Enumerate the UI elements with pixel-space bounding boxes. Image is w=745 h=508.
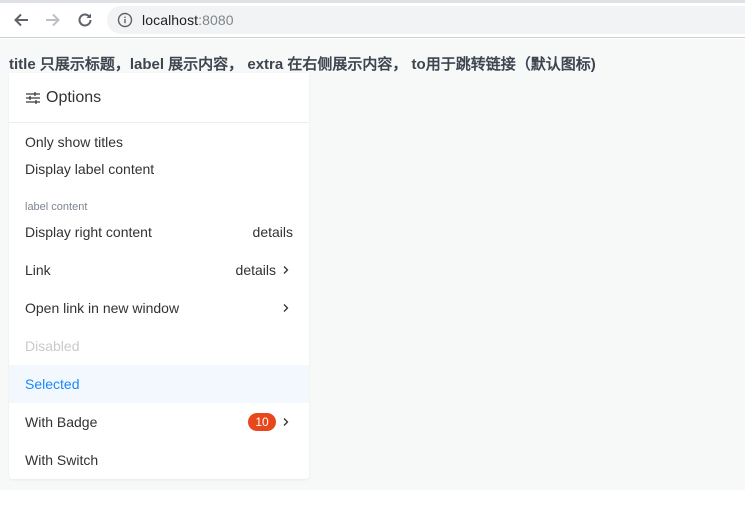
cell-right: 10 <box>248 413 293 431</box>
cell-display-right-content[interactable]: Display right content details <box>9 213 309 251</box>
cell-title: Open link in new window <box>25 300 180 316</box>
cell-title: Selected <box>25 376 80 392</box>
cell-with-switch[interactable]: With Switch <box>9 441 309 479</box>
forward-button[interactable] <box>42 9 64 31</box>
address-bar[interactable]: localhost:8080 <box>107 6 745 34</box>
cell-list: Only show titles Display label content l… <box>9 123 309 479</box>
url-host: localhost <box>142 12 199 28</box>
cell-only-show-titles[interactable]: Only show titles <box>9 123 309 161</box>
cell-title: Only show titles <box>25 134 124 150</box>
tab-strip <box>0 0 745 3</box>
cell-title: With Switch <box>25 452 99 468</box>
cell-right <box>276 301 293 315</box>
cell-open-link-new-window[interactable]: Open link in new window <box>9 289 309 327</box>
cell-title: Display label content <box>25 161 155 177</box>
arrow-right-icon <box>46 13 60 27</box>
cell-label: label content <box>25 201 88 213</box>
cell-title: With Badge <box>25 414 98 430</box>
cell-title: Display right content <box>25 224 152 240</box>
cell-selected[interactable]: Selected <box>9 365 309 403</box>
cell-with-badge[interactable]: With Badge 10 <box>9 403 309 441</box>
arrow-left-icon <box>14 13 28 27</box>
browser-toolbar: localhost:8080 <box>0 0 745 38</box>
cell-title: Link <box>25 262 51 278</box>
cell-right: details <box>236 262 293 278</box>
panel-header: Options <box>9 73 309 123</box>
back-button[interactable] <box>10 9 32 31</box>
page-title: title 只展示标题，label 展示内容， extra 在右侧展示内容， t… <box>9 56 596 73</box>
count-badge: 10 <box>248 413 276 431</box>
cell-title: Disabled <box>25 338 80 354</box>
cell-extra: details <box>235 262 276 278</box>
reload-button[interactable] <box>74 9 96 31</box>
cell-disabled: Disabled <box>9 327 309 365</box>
chevron-right-icon <box>279 415 293 429</box>
reload-icon <box>78 13 92 27</box>
cell-display-label-content[interactable]: Display label content label content <box>9 161 309 213</box>
page-content: title 只展示标题，label 展示内容， extra 在右侧展示内容， t… <box>0 39 745 490</box>
url-text: localhost:8080 <box>142 12 234 28</box>
chevron-right-icon <box>279 301 293 315</box>
url-port: :8080 <box>198 12 234 28</box>
panel-title: Options <box>46 88 102 106</box>
info-icon[interactable] <box>117 12 133 28</box>
sliders-icon <box>25 90 41 106</box>
cell-extra: details <box>252 224 293 240</box>
cell-link[interactable]: Link details <box>9 251 309 289</box>
chevron-right-icon <box>279 263 293 277</box>
options-panel: Options Only show titles Display label c… <box>9 73 309 479</box>
